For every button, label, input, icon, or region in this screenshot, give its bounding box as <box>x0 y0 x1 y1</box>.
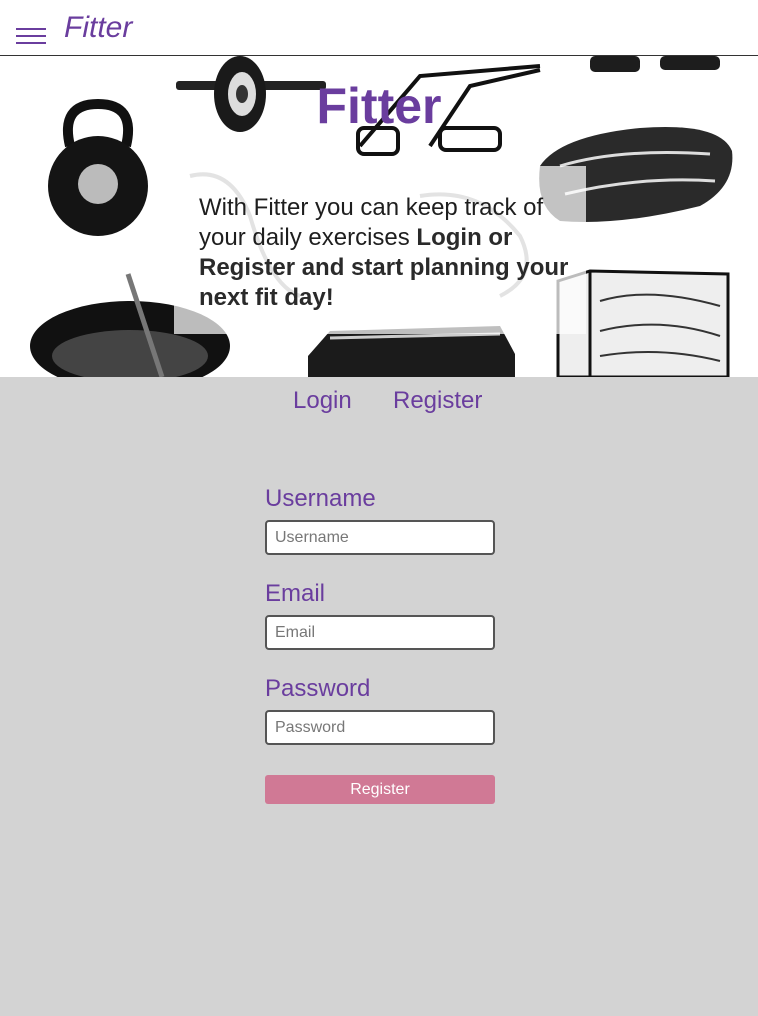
hero-title: Fitter <box>316 78 442 134</box>
hero-banner: Fitter With Fitter you can keep track of… <box>0 56 758 377</box>
auth-tabs: Login Register <box>0 386 758 420</box>
tab-login[interactable]: Login <box>293 386 352 416</box>
username-input[interactable] <box>265 520 495 555</box>
register-button[interactable]: Register <box>265 775 495 804</box>
top-navigation-bar: Fitter <box>0 0 758 56</box>
menu-line <box>16 42 46 44</box>
email-label: Email <box>265 580 326 607</box>
register-form: Username Email Password Register <box>265 484 495 804</box>
password-input[interactable] <box>265 710 495 745</box>
username-label: Username <box>265 485 376 512</box>
hamburger-menu-icon[interactable] <box>16 26 46 46</box>
menu-line <box>16 28 46 30</box>
hero-description: With Fitter you can keep track of your d… <box>199 193 579 313</box>
email-input[interactable] <box>265 615 495 650</box>
password-label: Password <box>265 675 371 702</box>
brand-logo[interactable]: Fitter <box>64 10 132 46</box>
tab-register[interactable]: Register <box>393 386 482 416</box>
dumbbells-icon <box>590 56 720 72</box>
menu-line <box>16 35 46 37</box>
